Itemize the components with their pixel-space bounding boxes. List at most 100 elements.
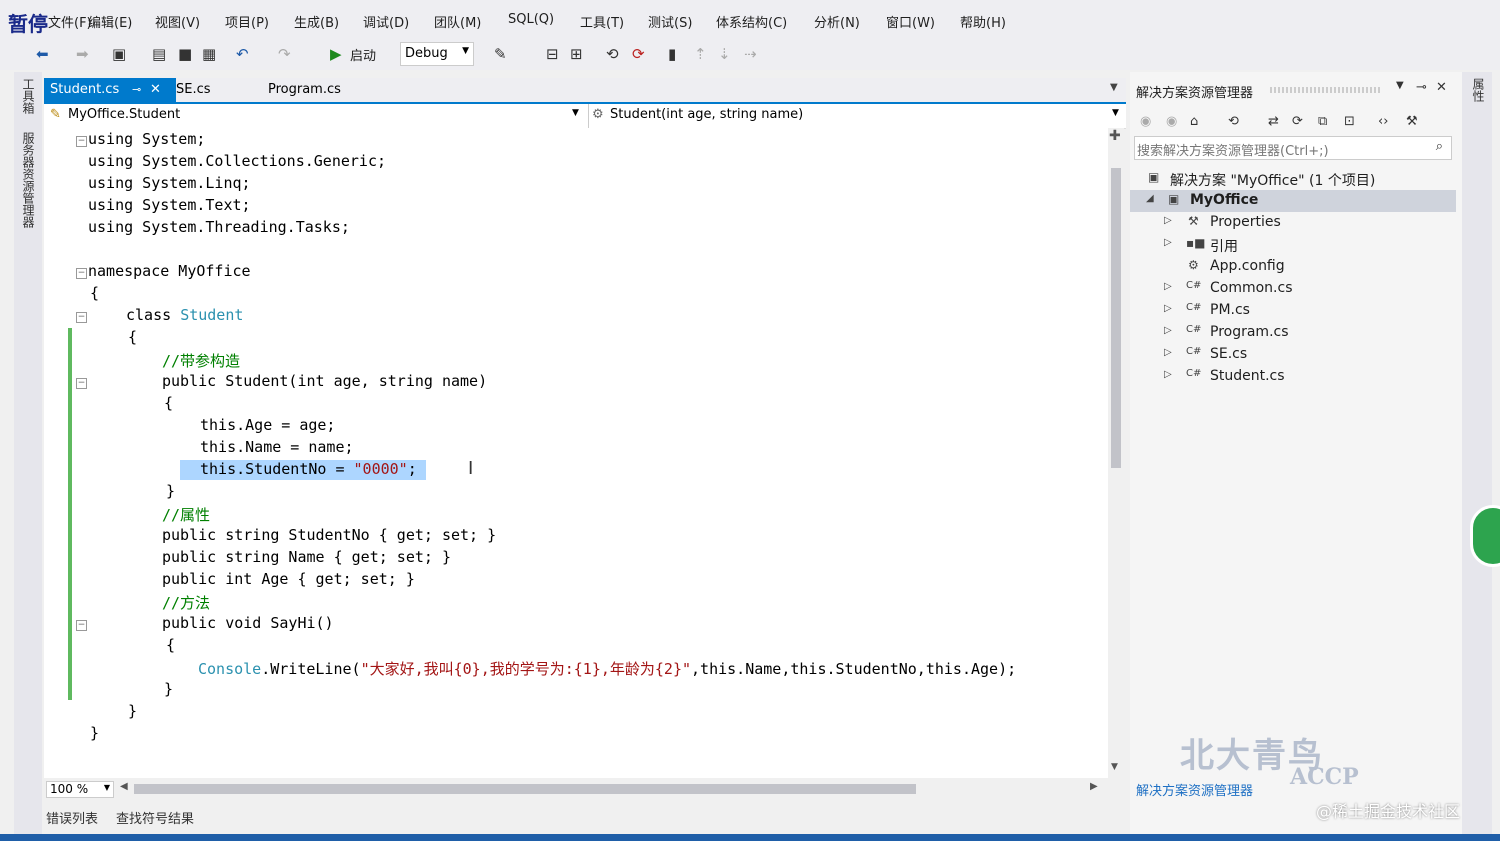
horizontal-scrollbar[interactable]: 100 % ▼ ◀ ▶ xyxy=(44,780,1106,798)
toolbox-tab[interactable]: 工具箱 xyxy=(20,78,37,114)
home-icon[interactable]: ⌂ xyxy=(1190,114,1198,129)
view-code-icon[interactable]: ‹› xyxy=(1378,114,1388,129)
back-icon[interactable]: ⬅ xyxy=(36,45,49,63)
bookmark-icon[interactable]: ▮ xyxy=(668,45,676,63)
collapse-icon[interactable]: ◢ xyxy=(1146,193,1154,204)
server-explorer-tab[interactable]: 服务器资源管理器 xyxy=(20,132,37,228)
scroll-down-icon[interactable]: ▼ xyxy=(1111,762,1118,772)
code-editor[interactable]: − − − − − using System; using System.Col… xyxy=(44,128,1108,778)
history-icon[interactable]: ⟲ xyxy=(1228,114,1239,129)
menu-file[interactable]: 文件(F) xyxy=(48,12,92,31)
save-icon[interactable]: ■ xyxy=(178,45,192,63)
sync-icon[interactable]: ⇄ xyxy=(1268,114,1279,129)
refresh-icon[interactable]: ⟳ xyxy=(1292,114,1303,129)
expand-icon[interactable]: ▷ xyxy=(1164,369,1172,380)
solution-search-input[interactable]: 搜索解决方案资源管理器(Ctrl+;) ⌕ xyxy=(1134,136,1452,160)
zoom-select[interactable]: 100 % ▼ xyxy=(46,781,114,798)
vertical-scrollbar[interactable]: ✚ ▼ xyxy=(1108,128,1124,778)
csharp-project-icon: ▣ xyxy=(1168,192,1180,206)
menu-edit[interactable]: 编辑(E) xyxy=(88,12,132,31)
fold-toggle[interactable]: − xyxy=(76,268,87,279)
show-all-files-icon[interactable]: ⊡ xyxy=(1344,114,1355,129)
step-icon[interactable]: ⊟ xyxy=(546,45,559,63)
scroll-thumb[interactable] xyxy=(134,784,916,794)
tree-item[interactable]: ▷ ⚒ Properties xyxy=(1130,212,1456,234)
tree-item[interactable]: ▷ C# Student.cs xyxy=(1130,366,1456,388)
clear-bookmark-icon[interactable]: ⇢ xyxy=(744,45,757,63)
chevron-down-icon[interactable]: ▼ xyxy=(1396,80,1404,91)
pin-icon[interactable]: ⊸ xyxy=(132,78,141,102)
menu-tools[interactable]: 工具(T) xyxy=(580,12,624,31)
tree-item[interactable]: ▷ C# Common.cs xyxy=(1130,278,1456,300)
tree-item[interactable]: ▷ C# PM.cs xyxy=(1130,300,1456,322)
class-selector[interactable]: MyOffice.Student xyxy=(68,107,180,122)
menu-help[interactable]: 帮助(H) xyxy=(960,12,1006,31)
scroll-right-icon[interactable]: ▶ xyxy=(1090,781,1098,792)
tab-program-cs[interactable]: Program.cs xyxy=(262,78,347,102)
member-dropdown-icon[interactable]: ▼ xyxy=(1112,108,1119,118)
menu-test[interactable]: 测试(S) xyxy=(648,12,692,31)
uncomment-icon[interactable]: ⟳ xyxy=(632,45,645,63)
expand-icon[interactable]: ▷ xyxy=(1164,347,1172,358)
find-icon[interactable]: ✎ xyxy=(494,45,507,63)
tree-item[interactable]: ▷ ▪■ 引用 xyxy=(1130,234,1456,256)
expand-icon[interactable]: ▷ xyxy=(1164,215,1172,226)
fold-toggle[interactable]: − xyxy=(76,378,87,389)
tree-item[interactable]: ▷ C# Program.cs xyxy=(1130,322,1456,344)
tab-student-cs[interactable]: Student.cs ⊸ ✕ xyxy=(44,78,176,102)
menu-window[interactable]: 窗口(W) xyxy=(886,12,935,31)
forward-icon[interactable]: ◉ xyxy=(1166,114,1177,129)
configuration-select[interactable]: Debug ▼ xyxy=(400,42,474,66)
menu-project[interactable]: 项目(P) xyxy=(225,12,269,31)
fold-toggle[interactable]: − xyxy=(76,620,87,631)
expand-icon[interactable]: ▷ xyxy=(1164,281,1172,292)
forward-icon[interactable]: ➡ xyxy=(76,45,89,63)
tab-se-cs[interactable]: SE.cs xyxy=(170,78,217,102)
menu-debug[interactable]: 调试(D) xyxy=(363,12,409,31)
member-selector[interactable]: Student(int age, string name) xyxy=(610,107,803,122)
start-button[interactable]: 启动 xyxy=(350,45,376,64)
close-icon[interactable]: ✕ xyxy=(1436,80,1447,95)
menu-team[interactable]: 团队(M) xyxy=(434,12,481,31)
format-icon[interactable]: ⊞ xyxy=(570,45,583,63)
menu-build[interactable]: 生成(B) xyxy=(294,12,339,31)
tab-error-list[interactable]: 错误列表 xyxy=(46,808,98,827)
prev-bookmark-icon[interactable]: ⇡ xyxy=(694,45,707,63)
class-dropdown-icon[interactable]: ▼ xyxy=(572,108,579,118)
tree-item[interactable]: ▷ C# SE.cs xyxy=(1130,344,1456,366)
menu-architecture[interactable]: 体系结构(C) xyxy=(716,12,787,31)
new-project-icon[interactable]: ▣ xyxy=(112,45,126,63)
properties-tab[interactable]: 属性 xyxy=(1470,78,1487,102)
expand-icon[interactable]: ▷ xyxy=(1164,325,1172,336)
fold-toggle[interactable]: − xyxy=(76,136,87,147)
tree-project[interactable]: ◢ ▣ MyOffice xyxy=(1130,190,1456,212)
tab-solution-explorer[interactable]: 解决方案资源管理器 xyxy=(1136,780,1253,799)
scroll-left-icon[interactable]: ◀ xyxy=(120,781,128,792)
search-icon[interactable]: ⌕ xyxy=(1436,139,1443,154)
tree-solution[interactable]: ▣ 解决方案 "MyOffice" (1 个项目) xyxy=(1130,168,1456,190)
comment-icon[interactable]: ⟲ xyxy=(606,45,619,63)
collapse-all-icon[interactable]: ⧉ xyxy=(1318,114,1327,129)
menu-view[interactable]: 视图(V) xyxy=(155,12,200,31)
tree-item[interactable]: ⚙ App.config xyxy=(1130,256,1456,278)
save-all-icon[interactable]: ▦ xyxy=(202,45,216,63)
open-icon[interactable]: ▤ xyxy=(152,45,166,63)
close-icon[interactable]: ✕ xyxy=(150,78,161,102)
redo-icon[interactable]: ↷ xyxy=(278,45,291,63)
split-icon[interactable]: ✚ xyxy=(1109,128,1121,144)
menu-sql[interactable]: SQL(Q) xyxy=(508,12,554,27)
tab-overflow-icon[interactable]: ▼ xyxy=(1110,82,1118,93)
menu-analyze[interactable]: 分析(N) xyxy=(814,12,860,31)
back-icon[interactable]: ◉ xyxy=(1140,114,1151,129)
fold-toggle[interactable]: − xyxy=(76,312,87,323)
start-icon[interactable]: ▶ xyxy=(330,45,342,63)
pin-icon[interactable]: ⊸ xyxy=(1416,80,1427,95)
expand-icon[interactable]: ▷ xyxy=(1164,237,1172,248)
tab-find-symbol-results[interactable]: 查找符号结果 xyxy=(116,808,194,827)
next-bookmark-icon[interactable]: ⇣ xyxy=(718,45,731,63)
panel-grip[interactable] xyxy=(1270,87,1380,93)
undo-icon[interactable]: ↶ xyxy=(236,45,249,63)
properties-wrench-icon[interactable]: ⚒ xyxy=(1406,114,1418,129)
expand-icon[interactable]: ▷ xyxy=(1164,303,1172,314)
scroll-thumb[interactable] xyxy=(1111,168,1121,468)
